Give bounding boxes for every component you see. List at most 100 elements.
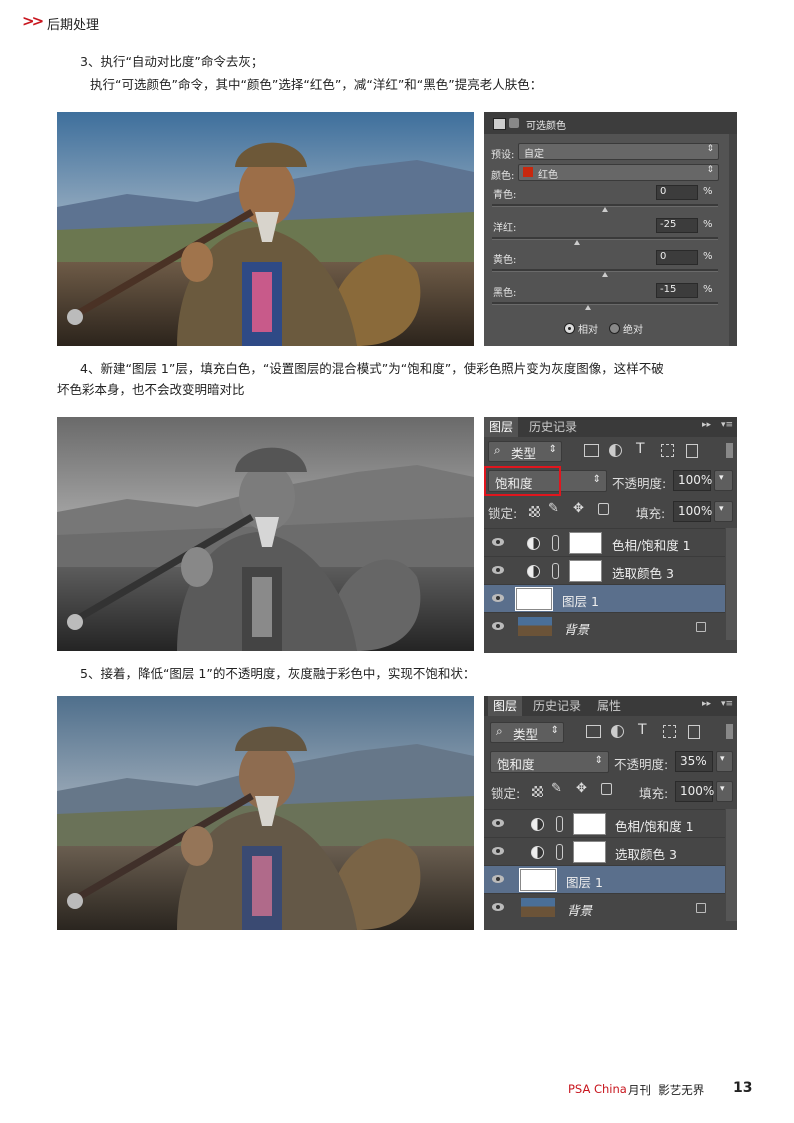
layer-mask-thumbnail[interactable] [569,532,602,554]
image-filter-icon[interactable] [586,725,601,738]
panel-menu-icon[interactable]: ▾≡ [721,420,733,430]
tab-history[interactable]: 历史记录 [528,696,586,716]
fill-dropdown[interactable]: ▾ [714,501,733,522]
select-arrows-icon: ⇕ [594,755,603,766]
select-arrows-icon: ⇕ [592,474,601,485]
lock-all-icon[interactable] [601,783,612,795]
lock-move-icon[interactable]: ✥ [573,501,584,516]
magenta-unit: % [703,219,713,230]
cyan-slider-knob[interactable] [602,207,608,212]
radio-absolute[interactable] [609,323,620,334]
shape-filter-icon[interactable] [661,444,674,457]
filter-kind-select[interactable]: ⌕ 类型 ⇕ [488,441,562,462]
type-filter-icon[interactable]: T [638,722,647,738]
layer-row-selected[interactable]: 图层 1 [484,865,725,893]
color-label: 颜色: [491,171,515,182]
lock-move-icon[interactable]: ✥ [576,781,587,796]
opacity-dropdown[interactable]: ▾ [716,751,733,772]
tab-properties[interactable]: 属性 [592,696,626,716]
collapse-icon[interactable]: ▸▸ [702,699,711,709]
preset-select[interactable]: 自定 ⇕ [518,143,719,160]
link-icon[interactable] [556,816,563,832]
background-thumbnail[interactable] [521,898,555,917]
layer-name: 色相/饱和度 1 [612,538,691,553]
lock-transparency-icon[interactable] [529,506,540,517]
fill-dropdown[interactable]: ▾ [716,781,733,802]
black-slider[interactable] [492,302,718,305]
fill-input[interactable]: 100% [675,781,714,802]
layer-mask-thumbnail[interactable] [573,813,606,835]
image-filter-icon[interactable] [584,444,599,457]
layer-row[interactable]: 背景 [484,893,725,921]
layer-row[interactable]: 选取颜色 3 [484,556,725,584]
step4-line1: 4、新建“图层 1”层，填充白色，“设置图层的混合模式”为“饱和度”，使彩色照片… [80,361,664,376]
eye-icon[interactable] [492,819,504,827]
layer-thumbnail[interactable] [515,587,553,611]
link-icon[interactable] [552,563,559,579]
panel-tabbar: 图层 历史记录 ▸▸ ▾≡ [484,417,737,437]
eye-icon[interactable] [492,847,504,855]
tab-history[interactable]: 历史记录 [524,417,582,437]
panel-scrollbar[interactable] [729,134,737,346]
adjustment-filter-icon[interactable] [609,444,622,457]
black-slider-knob[interactable] [585,305,592,310]
panel-menu-icon[interactable]: ▾≡ [721,699,733,709]
photo-color-adjusted [57,112,474,346]
filter-kind-label: 类型 [511,446,537,461]
background-thumbnail[interactable] [518,617,552,636]
collapse-icon[interactable]: ▸▸ [702,420,711,430]
filter-toggle[interactable] [726,724,733,739]
smart-object-filter-icon[interactable] [688,725,700,739]
cyan-input[interactable]: 0 [656,185,698,200]
lock-brush-icon[interactable]: ✎ [551,781,562,796]
smart-object-filter-icon[interactable] [686,444,698,458]
tab-layers[interactable]: 图层 [484,417,519,437]
layer-mask-thumbnail[interactable] [569,560,602,582]
link-icon[interactable] [552,535,559,551]
opacity-input[interactable]: 100% [673,470,712,491]
opacity-dropdown[interactable]: ▾ [714,470,733,491]
magenta-slider-knob[interactable] [573,240,580,245]
slider-label-black: 黑色: [493,288,517,299]
lock-all-icon[interactable] [598,503,609,515]
eye-icon[interactable] [492,875,504,883]
layer-mask-thumbnail[interactable] [573,841,606,863]
type-filter-icon[interactable]: T [636,441,645,457]
layer-row[interactable]: 背景 [484,612,725,640]
magenta-input[interactable]: -25 [656,218,698,233]
layer-row-selected[interactable]: 图层 1 [484,584,725,612]
lock-transparency-icon[interactable] [532,786,543,797]
adjustment-filter-icon[interactable] [611,725,624,738]
layers-scrollbar[interactable] [726,809,737,921]
layer-row[interactable]: 选取颜色 3 [484,837,725,865]
link-icon[interactable] [556,844,563,860]
yellow-slider-knob[interactable] [602,272,608,277]
adjustment-layer-icon [527,565,540,578]
eye-icon[interactable] [492,594,504,602]
tab-layers[interactable]: 图层 [488,696,523,716]
eye-icon[interactable] [492,903,504,911]
blend-mode-select[interactable]: 饱和度 ⇕ [490,751,609,773]
eye-icon[interactable] [492,538,504,546]
yellow-input[interactable]: 0 [656,250,698,265]
layer-row[interactable]: 色相/饱和度 1 [484,528,725,556]
opacity-input[interactable]: 35% [675,751,713,772]
eye-icon[interactable] [492,622,504,630]
eye-icon[interactable] [492,566,504,574]
shape-filter-icon[interactable] [663,725,676,738]
black-input[interactable]: -15 [656,283,698,298]
filter-toggle[interactable] [726,443,733,458]
layer-row[interactable]: 色相/饱和度 1 [484,809,725,837]
lock-icon [696,622,706,632]
color-select[interactable]: 红色 ⇕ [518,164,719,181]
select-arrows-icon: ⇕ [706,144,714,154]
mask-icon[interactable] [509,118,519,128]
layers-scrollbar[interactable] [726,528,737,640]
magenta-slider[interactable] [492,237,718,240]
fill-input[interactable]: 100% [673,501,712,522]
layer-thumbnail[interactable] [519,868,557,892]
lock-brush-icon[interactable]: ✎ [548,501,559,516]
radio-relative[interactable] [564,323,575,334]
black-value: -15 [660,284,677,295]
filter-kind-select[interactable]: ⌕ 类型 ⇕ [490,722,564,743]
